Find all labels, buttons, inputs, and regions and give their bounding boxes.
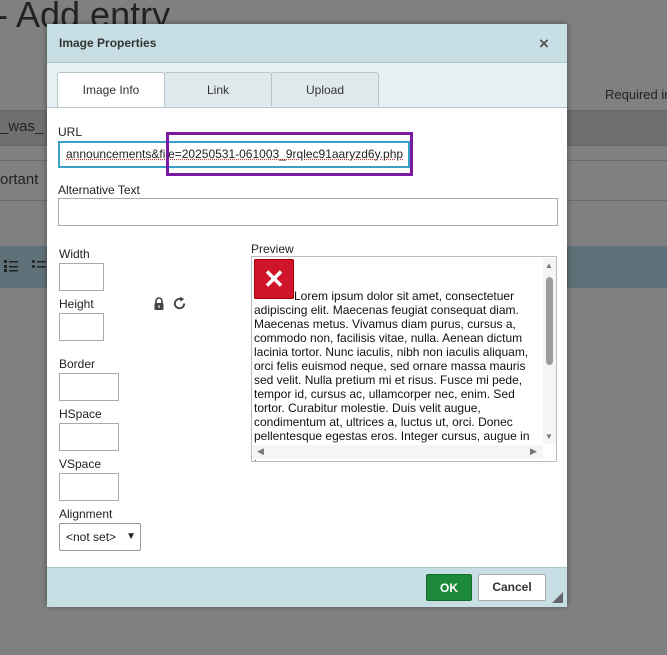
dialog-title: Image Properties xyxy=(59,36,157,50)
horizontal-scrollbar[interactable]: ◀ ▶ xyxy=(253,445,543,459)
height-input[interactable] xyxy=(59,313,104,341)
required-info-text: Required in xyxy=(605,87,667,102)
width-label: Width xyxy=(59,247,90,261)
close-icon[interactable]: × xyxy=(539,34,549,54)
border-input[interactable] xyxy=(59,373,119,401)
tab-link[interactable]: Link xyxy=(164,72,272,106)
width-input[interactable] xyxy=(59,263,104,291)
tab-strip: Image Info Link Upload xyxy=(47,63,567,108)
preview-label: Preview xyxy=(251,242,294,256)
ok-button[interactable]: OK xyxy=(426,574,472,601)
preview-text: Lorem ipsum dolor sit amet, consectetuer… xyxy=(254,289,530,461)
alignment-label: Alignment xyxy=(59,507,113,521)
height-label: Height xyxy=(59,297,94,311)
field-label-important: ortant xyxy=(0,171,39,188)
vspace-input[interactable] xyxy=(59,473,119,501)
preview-pane[interactable]: ✕ Lorem ipsum dolor sit amet, consectetu… xyxy=(251,256,557,462)
vertical-scrollbar[interactable]: ▲ ▼ xyxy=(543,258,556,444)
alignment-select[interactable]: <not set> ▼ xyxy=(59,523,141,551)
hspace-input[interactable] xyxy=(59,423,119,451)
dialog-header: Image Properties × xyxy=(47,24,567,63)
alt-text-input[interactable] xyxy=(58,198,558,226)
dialog-footer: OK Cancel xyxy=(47,567,567,607)
url-label: URL xyxy=(58,125,83,139)
hspace-label: HSpace xyxy=(59,407,102,421)
scroll-thumb[interactable] xyxy=(546,277,553,365)
tab-upload[interactable]: Upload xyxy=(271,72,379,106)
resize-grip-icon[interactable] xyxy=(552,592,563,603)
highlight-box xyxy=(166,132,413,176)
lock-ratio-icon[interactable] xyxy=(152,297,166,311)
scroll-up-icon[interactable]: ▲ xyxy=(545,261,553,270)
vspace-label: VSpace xyxy=(59,457,102,471)
alt-text-label: Alternative Text xyxy=(58,183,140,197)
chevron-down-icon: ▼ xyxy=(126,531,136,542)
bullet-list-icon xyxy=(32,260,46,268)
numbered-list-icon xyxy=(4,260,18,272)
tab-image-info[interactable]: Image Info xyxy=(57,72,165,107)
scroll-down-icon[interactable]: ▼ xyxy=(545,432,553,441)
field-label-was: _was_ xyxy=(0,118,44,135)
cancel-button[interactable]: Cancel xyxy=(478,574,546,601)
alignment-value: <not set> xyxy=(66,530,117,544)
image-properties-dialog: Image Properties × Image Info Link Uploa… xyxy=(47,24,567,607)
scroll-left-icon[interactable]: ◀ xyxy=(257,446,264,457)
border-label: Border xyxy=(59,357,96,371)
reset-size-icon[interactable] xyxy=(172,296,187,311)
scroll-right-icon[interactable]: ▶ xyxy=(530,446,537,457)
